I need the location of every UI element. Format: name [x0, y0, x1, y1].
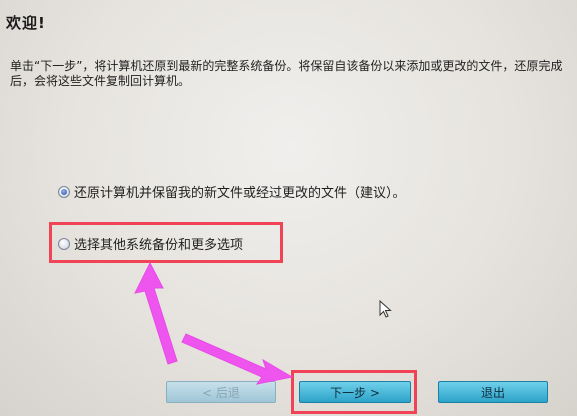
annotation-arrows — [134, 261, 294, 385]
arrow-right-icon — [181, 333, 294, 385]
arrow-up-icon — [134, 261, 178, 365]
